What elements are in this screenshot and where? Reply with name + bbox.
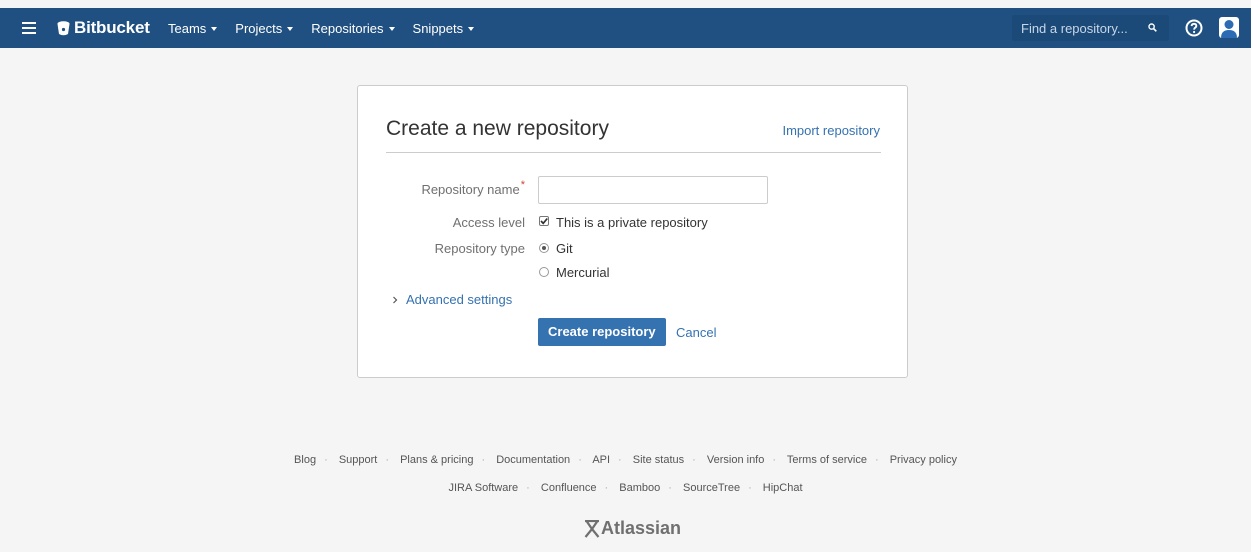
chevron-right-icon [393, 296, 398, 303]
separator: · [668, 482, 672, 494]
title-divider [386, 152, 881, 153]
checkmark-icon [540, 217, 548, 225]
separator: · [604, 482, 609, 494]
radio-git-label: Git [556, 241, 573, 256]
nav-repositories[interactable]: Repositories [311, 21, 395, 36]
user-avatar[interactable] [1219, 17, 1239, 38]
footer-link-privacy[interactable]: Privacy policy [890, 454, 957, 466]
repository-name-label: Repository name* [365, 179, 525, 197]
footer-link-blog[interactable]: Blog [294, 454, 316, 466]
caret-down-icon [287, 26, 294, 31]
create-repository-card: Create a new repository Import repositor… [357, 85, 908, 378]
footer-link-hipchat[interactable]: HipChat [763, 482, 803, 494]
nav-snippets-label: Snippets [412, 21, 464, 36]
footer-link-api[interactable]: API [592, 454, 610, 466]
create-repository-button[interactable]: Create repository [538, 318, 666, 346]
required-asterisk: * [520, 179, 525, 191]
page-title: Create a new repository [386, 117, 609, 140]
top-strip [0, 0, 1251, 8]
repository-search-input[interactable]: Find a repository... [1012, 15, 1169, 41]
separator: · [618, 454, 622, 466]
atlassian-icon [584, 519, 600, 538]
radio-mercurial[interactable] [539, 267, 549, 277]
radio-git[interactable] [539, 243, 549, 253]
nav-repositories-label: Repositories [311, 21, 384, 36]
cancel-link[interactable]: Cancel [676, 325, 716, 340]
radio-mercurial-label: Mercurial [556, 265, 610, 280]
footer-link-documentation[interactable]: Documentation [496, 454, 570, 466]
separator: · [526, 482, 530, 494]
repository-name-input[interactable] [538, 176, 768, 204]
caret-down-icon [211, 26, 218, 31]
repository-type-label: Repository type [434, 241, 525, 256]
separator: · [578, 454, 582, 466]
atlassian-logo[interactable]: Atlassian [584, 518, 681, 539]
logo-text: Bitbucket [74, 18, 150, 37]
separator: · [748, 482, 752, 494]
nav-teams-label: Teams [168, 21, 207, 36]
private-repository-label: This is a private repository [556, 215, 708, 230]
footer-link-site-status[interactable]: Site status [633, 454, 684, 466]
footer-link-sourcetree[interactable]: SourceTree [683, 482, 740, 494]
help-icon[interactable] [1185, 19, 1203, 37]
main-nav: Teams Projects Repositories Snippets [168, 21, 492, 36]
bitbucket-bucket-icon [57, 20, 70, 35]
separator: · [324, 454, 328, 466]
separator: · [772, 454, 777, 466]
footer-link-plans-pricing[interactable]: Plans & pricing [400, 454, 473, 466]
footer-link-terms[interactable]: Terms of service [787, 454, 867, 466]
atlassian-wordmark: Atlassian [601, 518, 682, 538]
separator: · [874, 454, 879, 466]
nav-projects-label: Projects [235, 21, 283, 36]
caret-down-icon [468, 26, 475, 31]
footer-link-bamboo[interactable]: Bamboo [619, 482, 660, 494]
footer-link-confluence[interactable]: Confluence [541, 482, 597, 494]
separator: · [385, 454, 390, 466]
hamburger-menu-icon[interactable] [22, 22, 36, 34]
footer-links-products: JIRA Software · Confluence · Bamboo · Sourc… [0, 482, 1251, 494]
search-icon[interactable] [1148, 23, 1157, 32]
advanced-settings-toggle[interactable]: Advanced settings [392, 292, 512, 307]
search-placeholder: Find a repository... [1021, 21, 1128, 36]
repository-name-label-text: Repository name [421, 182, 520, 197]
access-level-label: Access level [452, 215, 525, 230]
caret-down-icon [388, 26, 395, 31]
footer-link-jira[interactable]: JIRA Software [448, 482, 518, 494]
footer-links-primary: Blog · Support · Plans & pricing · Document… [0, 454, 1251, 466]
private-repository-checkbox[interactable] [539, 216, 549, 226]
user-silhouette-icon [1221, 20, 1237, 38]
advanced-settings-label: Advanced settings [406, 292, 513, 307]
top-navigation-bar: Bitbucket Teams Projects Repositories Sn… [0, 8, 1251, 48]
separator: · [692, 454, 696, 466]
separator: · [481, 454, 486, 466]
import-repository-link[interactable]: Import repository [782, 123, 880, 138]
nav-projects[interactable]: Projects [235, 21, 294, 36]
footer-link-version-info[interactable]: Version info [707, 454, 764, 466]
bitbucket-logo[interactable]: Bitbucket [57, 18, 150, 37]
nav-teams[interactable]: Teams [168, 21, 218, 36]
footer-link-support[interactable]: Support [339, 454, 378, 466]
nav-snippets[interactable]: Snippets [413, 21, 475, 36]
